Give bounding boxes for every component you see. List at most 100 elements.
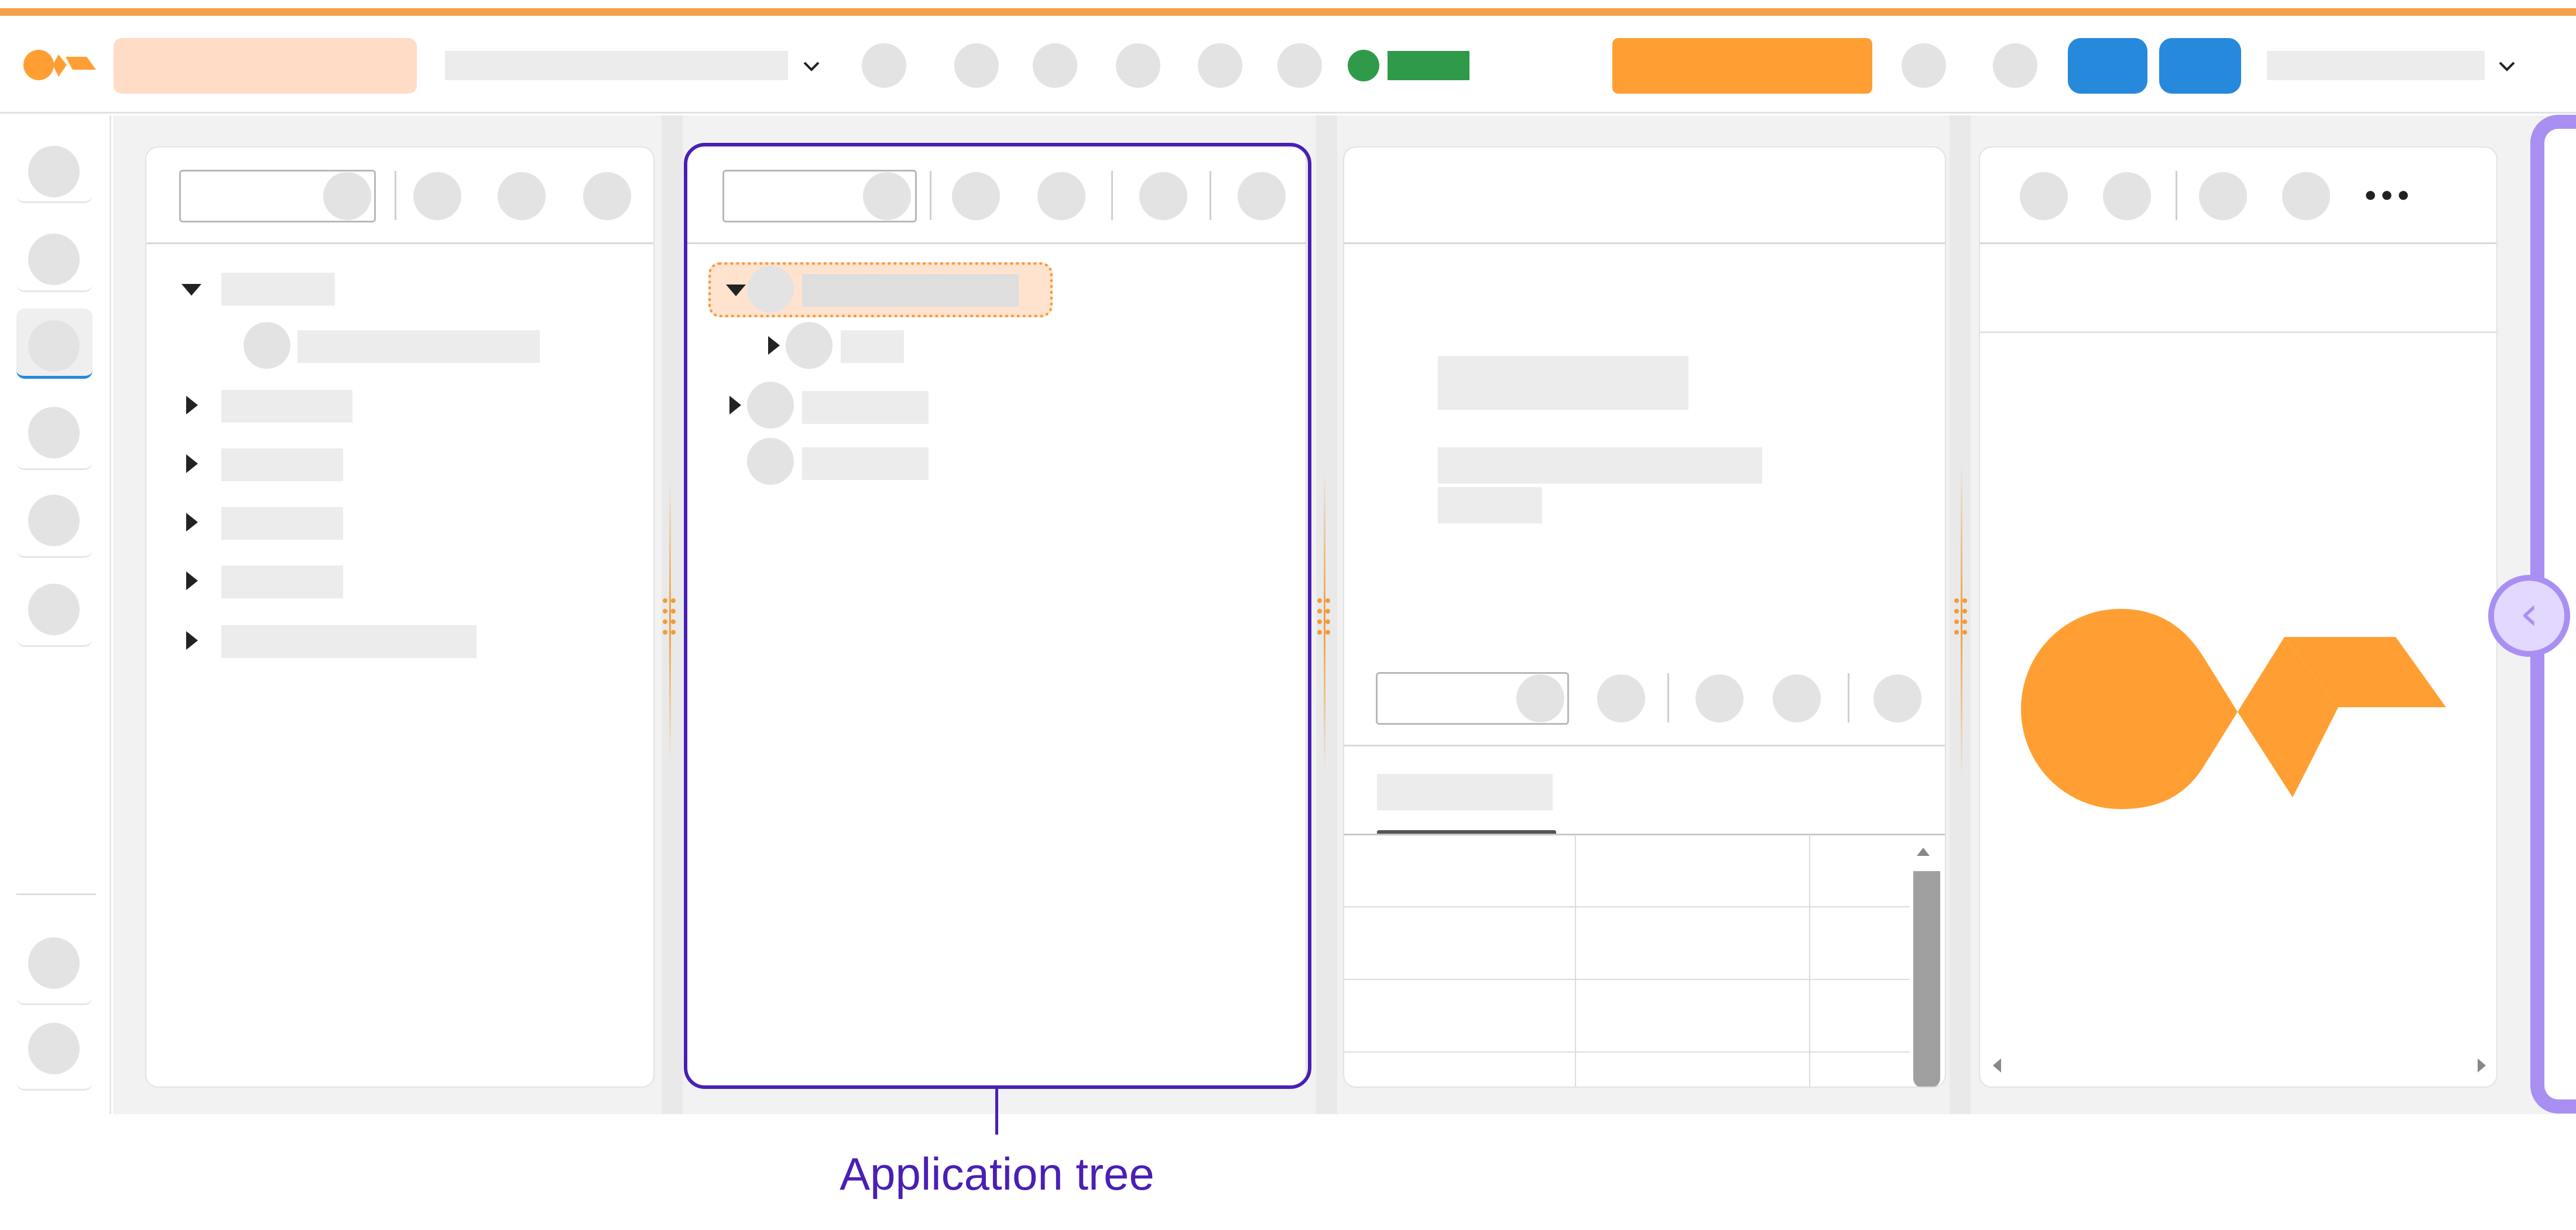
preview-toolbar-divider bbox=[1980, 242, 2496, 244]
scroll-left-arrow-icon[interactable] bbox=[1993, 1058, 2001, 1073]
rail-icon-7 bbox=[28, 937, 80, 989]
rail-icon-1 bbox=[28, 146, 80, 197]
rail-item-1[interactable] bbox=[16, 133, 93, 203]
rail-icon-6 bbox=[28, 584, 80, 635]
user-menu-chevron-down-icon[interactable] bbox=[2495, 54, 2519, 78]
rail-icon-8 bbox=[28, 1023, 80, 1074]
rail-icon-3 bbox=[28, 320, 80, 372]
triangle-down-icon[interactable] bbox=[181, 284, 201, 296]
explorer-tool-icon-1[interactable] bbox=[413, 172, 461, 220]
preview-subheader-divider bbox=[1980, 331, 2496, 333]
rail-item-4[interactable] bbox=[16, 400, 93, 470]
table-search-icon[interactable] bbox=[1516, 674, 1564, 722]
explorer-search-icon[interactable] bbox=[323, 172, 371, 220]
logo-icon[interactable] bbox=[22, 46, 97, 84]
rail-icon-5 bbox=[28, 495, 80, 546]
triangle-right-icon[interactable] bbox=[186, 631, 198, 650]
tree-node-label[interactable] bbox=[221, 390, 352, 423]
rail-icon-4 bbox=[28, 407, 80, 458]
triangle-right-icon[interactable] bbox=[186, 513, 198, 532]
rail-item-2[interactable] bbox=[16, 222, 93, 292]
table-column-divider bbox=[1575, 835, 1576, 1087]
table-row-divider bbox=[1344, 906, 1910, 907]
rail-item-6[interactable] bbox=[16, 577, 93, 647]
table-row-divider bbox=[1344, 1051, 1910, 1053]
splitter-handle-2[interactable] bbox=[1317, 598, 1332, 635]
table-toolbar-separator bbox=[1667, 673, 1669, 722]
rail-icon-2 bbox=[28, 234, 80, 285]
preview-panel: ••• bbox=[1979, 146, 2498, 1088]
user-menu-placeholder[interactable] bbox=[2267, 51, 2485, 80]
annotation-label: Application tree bbox=[840, 1148, 1155, 1200]
top-accent-stripe bbox=[0, 8, 2576, 16]
table-tool-icon-4[interactable] bbox=[1873, 674, 1921, 722]
scroll-up-arrow-icon[interactable] bbox=[1917, 848, 1930, 856]
tree-node-label[interactable] bbox=[221, 566, 343, 598]
rail-item-7[interactable] bbox=[16, 935, 93, 1005]
workspace-selector[interactable] bbox=[114, 38, 417, 94]
explorer-panel bbox=[145, 146, 655, 1088]
preview-tool-icon-3[interactable] bbox=[2199, 172, 2247, 220]
blue-button-2[interactable] bbox=[2159, 38, 2241, 94]
table-tool-icon-1[interactable] bbox=[1597, 674, 1645, 722]
properties-header-divider bbox=[1344, 242, 1945, 244]
preview-tool-icon-4[interactable] bbox=[2282, 172, 2330, 220]
header-icon-1[interactable] bbox=[1902, 43, 1946, 88]
explorer-toolbar-separator bbox=[395, 171, 396, 220]
preview-toolbar-separator bbox=[2176, 171, 2177, 220]
preview-logo-icon bbox=[2021, 607, 2454, 811]
app-header bbox=[0, 16, 2576, 114]
primary-action-button[interactable] bbox=[1612, 38, 1872, 94]
tree-node-label[interactable] bbox=[221, 448, 343, 481]
explorer-tool-icon-3[interactable] bbox=[583, 172, 631, 220]
tree-node-label[interactable] bbox=[221, 507, 343, 540]
table-row-divider bbox=[1344, 979, 1910, 980]
splitter-handle-3[interactable] bbox=[1954, 598, 1969, 635]
toolbar-icon-6[interactable] bbox=[1277, 43, 1322, 88]
splitter-handle-1[interactable] bbox=[663, 598, 678, 635]
rail-item-5[interactable] bbox=[16, 488, 93, 558]
table-header-divider bbox=[1344, 834, 1945, 835]
properties-panel bbox=[1343, 146, 1946, 662]
toolbar-icon-3[interactable] bbox=[1033, 43, 1077, 88]
triangle-right-icon[interactable] bbox=[186, 571, 198, 590]
table-tool-icon-2[interactable] bbox=[1695, 674, 1743, 722]
project-name-placeholder[interactable] bbox=[445, 51, 788, 80]
status-badge bbox=[1388, 51, 1469, 80]
preview-tool-icon-1[interactable] bbox=[2020, 172, 2068, 220]
annotation-connector bbox=[995, 1089, 998, 1135]
tree-node-icon bbox=[244, 322, 290, 369]
toolbar-icon-2[interactable] bbox=[954, 43, 999, 88]
table-vertical-scrollbar[interactable] bbox=[1913, 871, 1940, 1087]
table-toolbar-divider bbox=[1344, 745, 1945, 746]
triangle-right-icon[interactable] bbox=[186, 454, 198, 473]
blue-button-1[interactable] bbox=[2068, 38, 2147, 94]
toolbar-icon-5[interactable] bbox=[1198, 43, 1242, 88]
toolbar-icon-1[interactable] bbox=[862, 43, 906, 88]
chevron-left-icon[interactable]: ‹ bbox=[2488, 575, 2570, 657]
table-column-divider bbox=[1809, 835, 1810, 1087]
application-tree-highlight bbox=[684, 143, 1311, 1089]
preview-tool-icon-2[interactable] bbox=[2103, 172, 2151, 220]
properties-line-placeholder bbox=[1438, 447, 1762, 484]
tree-node-label[interactable] bbox=[221, 273, 335, 306]
status-dot-icon bbox=[1348, 50, 1379, 81]
tree-node-label[interactable] bbox=[221, 625, 477, 658]
scroll-right-arrow-icon[interactable] bbox=[2478, 1058, 2486, 1073]
more-horizontal-icon[interactable]: ••• bbox=[2361, 179, 2413, 214]
properties-line-placeholder bbox=[1438, 487, 1542, 523]
toolbar-icon-4[interactable] bbox=[1116, 43, 1160, 88]
data-table-panel bbox=[1343, 662, 1946, 1088]
tree-node-label[interactable] bbox=[297, 330, 540, 363]
left-rail bbox=[0, 115, 111, 1114]
table-tool-icon-3[interactable] bbox=[1773, 674, 1821, 722]
properties-title-placeholder bbox=[1438, 356, 1688, 410]
rail-item-3-active[interactable] bbox=[16, 309, 93, 379]
chevron-down-icon[interactable] bbox=[800, 54, 823, 78]
header-icon-2[interactable] bbox=[1993, 43, 2037, 88]
rail-item-8[interactable] bbox=[16, 1020, 93, 1091]
rail-divider bbox=[16, 893, 96, 895]
table-tab-placeholder[interactable] bbox=[1377, 774, 1553, 810]
triangle-right-icon[interactable] bbox=[186, 396, 198, 414]
explorer-tool-icon-2[interactable] bbox=[498, 172, 546, 220]
